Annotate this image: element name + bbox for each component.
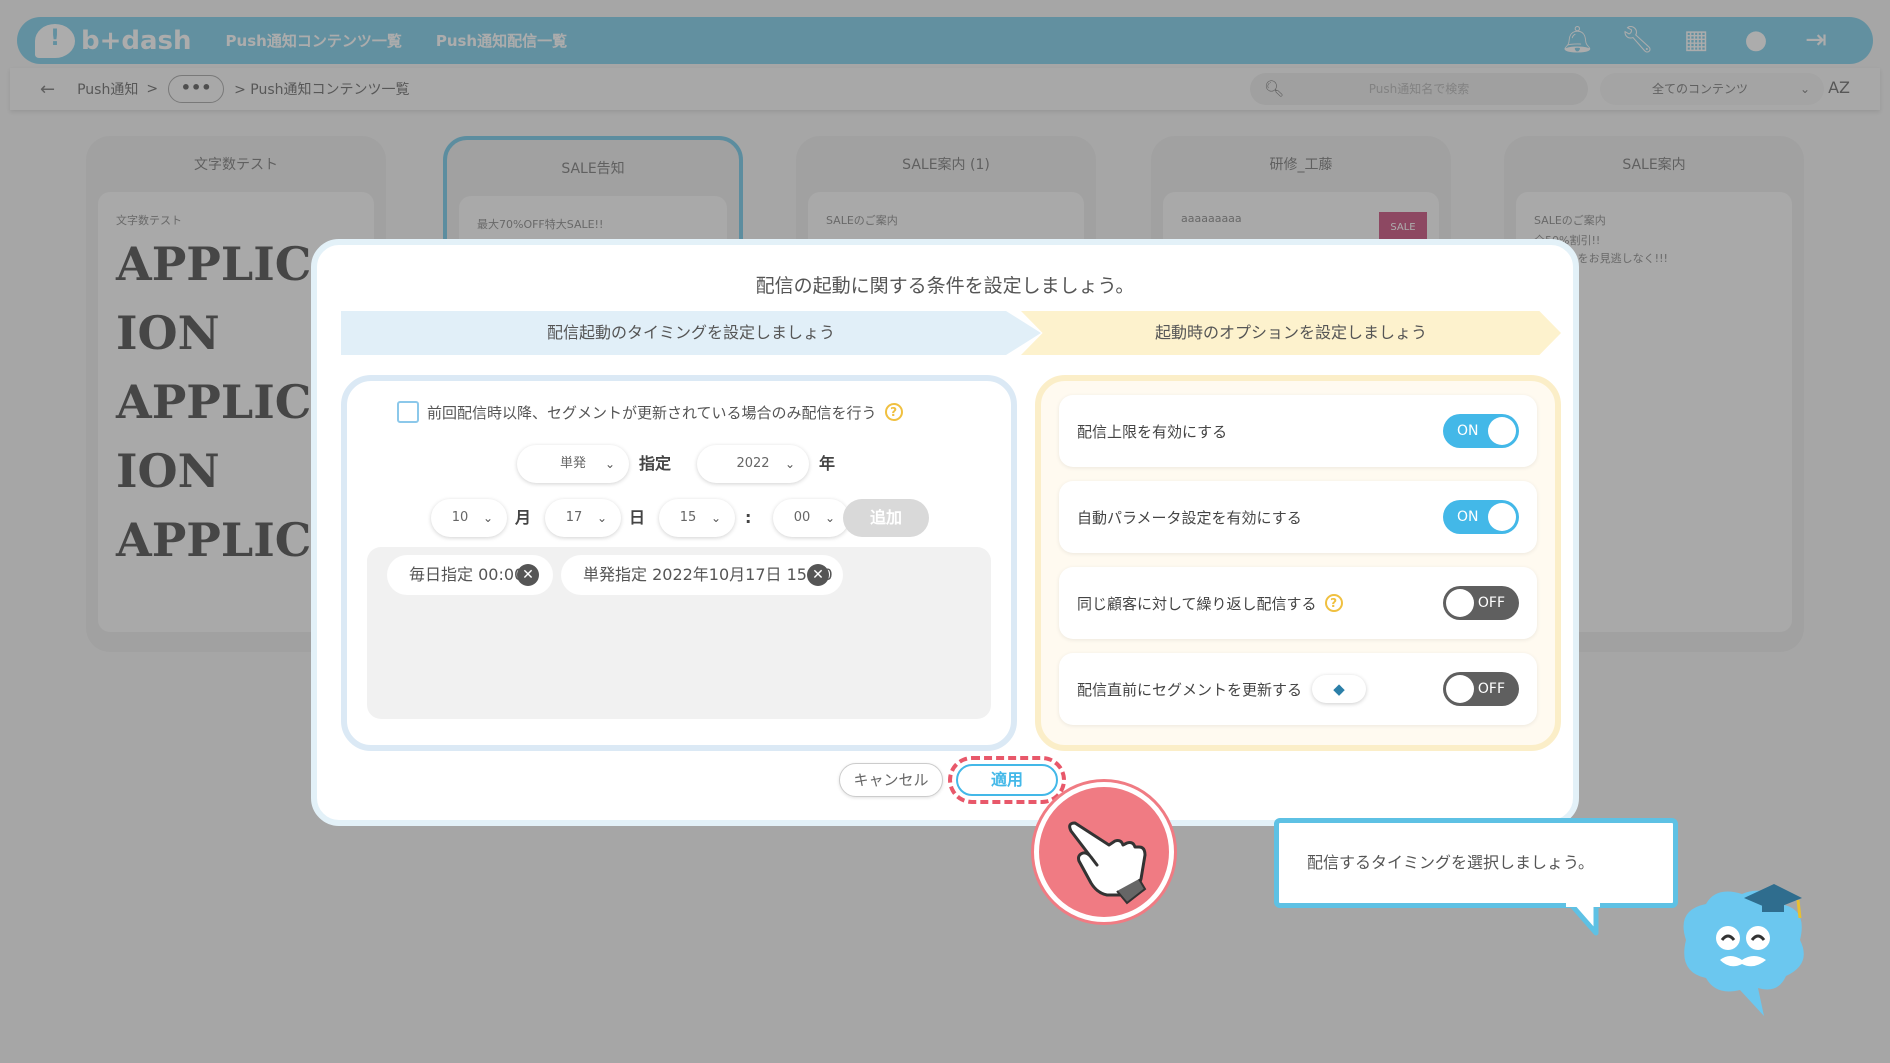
chevron-down-icon: ⌄: [604, 457, 615, 471]
option-label: 自動パラメータ設定を有効にする: [1077, 508, 1302, 527]
toggle-state: OFF: [1477, 595, 1505, 611]
year-suffix: 年: [819, 454, 836, 473]
chevron-down-icon: ⌄: [710, 511, 721, 525]
toggle-knob: [1446, 675, 1474, 703]
add-timing-button[interactable]: 追加: [843, 499, 929, 537]
apply-button[interactable]: 適用: [956, 764, 1058, 796]
time-colon: :: [745, 508, 752, 527]
close-icon[interactable]: ✕: [807, 564, 829, 586]
day-select[interactable]: 17 ⌄: [545, 499, 621, 537]
options-panel: 配信上限を有効にする ON 自動パラメータ設定を有効にする ON 同じ顧客に対し…: [1035, 375, 1561, 751]
option-auto-parameter: 自動パラメータ設定を有効にする ON: [1059, 481, 1537, 553]
cancel-button[interactable]: キャンセル: [839, 763, 943, 797]
timing-panel: 前回配信時以降、セグメントが更新されている場合のみ配信を行う ? 単発 ⌄ 指定 …: [341, 375, 1017, 751]
help-icon[interactable]: ?: [1324, 594, 1343, 612]
type-select-value: 単発: [559, 456, 586, 471]
option-refresh-segment: 配信直前にセグメントを更新する ◆ OFF: [1059, 653, 1537, 725]
option-label: 配信上限を有効にする: [1077, 422, 1228, 441]
segment-updated-only-row: 前回配信時以降、セグメントが更新されている場合のみ配信を行う ?: [397, 401, 903, 423]
delivery-limit-toggle[interactable]: ON: [1443, 414, 1519, 448]
step-options[interactable]: 起動時のオプションを設定しましょう: [1021, 311, 1561, 355]
minute-select-value: 00: [793, 510, 811, 525]
option-label: 同じ顧客に対して繰り返し配信する: [1077, 594, 1317, 613]
year-select[interactable]: 2022 ⌄: [697, 445, 809, 483]
chevron-down-icon: ⌄: [482, 511, 493, 525]
repeat-delivery-toggle[interactable]: OFF: [1443, 586, 1519, 620]
option-label: 配信直前にセグメントを更新する: [1077, 680, 1303, 699]
timing-tag: 毎日指定 00:00 ✕: [387, 555, 553, 595]
month-select-value: 10: [451, 510, 469, 525]
step-timing[interactable]: 配信起動のタイミングを設定しましょう: [341, 311, 1041, 355]
toggle-knob: [1488, 503, 1516, 531]
tooltip-text: 配信するタイミングを選択しましょう。: [1307, 853, 1595, 872]
timing-tag-list: 毎日指定 00:00 ✕ 単発指定 2022年10月17日 15:00 ✕: [367, 547, 991, 719]
day-suffix: 日: [629, 508, 646, 527]
auto-parameter-toggle[interactable]: ON: [1443, 500, 1519, 534]
tooltip-tail: [1566, 901, 1600, 936]
shield-icon[interactable]: ◆: [1312, 675, 1366, 703]
refresh-segment-toggle[interactable]: OFF: [1443, 672, 1519, 706]
toggle-knob: [1446, 589, 1474, 617]
timing-tag-label: 単発指定 2022年10月17日 15:00: [583, 565, 833, 584]
help-icon[interactable]: ?: [884, 403, 903, 421]
type-suffix: 指定: [639, 454, 672, 473]
segment-updated-only-checkbox[interactable]: [397, 401, 419, 423]
option-repeat-delivery: 同じ顧客に対して繰り返し配信する ? OFF: [1059, 567, 1537, 639]
toggle-knob: [1488, 417, 1516, 445]
mascot-icon: [1683, 884, 1804, 1016]
modal-title: 配信の起動に関する条件を設定しましょう。: [755, 275, 1135, 297]
timing-tag-label: 毎日指定 00:00: [409, 565, 525, 584]
hour-select[interactable]: 15 ⌄: [659, 499, 735, 537]
month-suffix: 月: [515, 508, 532, 527]
type-select[interactable]: 単発 ⌄: [517, 445, 629, 483]
chevron-down-icon: ⌄: [784, 457, 795, 471]
toggle-state: OFF: [1477, 681, 1505, 697]
toggle-state: ON: [1457, 423, 1479, 439]
close-icon[interactable]: ✕: [517, 564, 539, 586]
delivery-trigger-modal: 配信の起動に関する条件を設定しましょう。 配信起動のタイミングを設定しましょう …: [311, 239, 1579, 826]
apply-highlight: 適用: [948, 756, 1066, 804]
minute-select[interactable]: 00 ⌄: [773, 499, 849, 537]
option-delivery-limit: 配信上限を有効にする ON: [1059, 395, 1537, 467]
year-select-value: 2022: [736, 456, 770, 471]
pointer-hand-icon: [1034, 782, 1174, 922]
timing-tag: 単発指定 2022年10月17日 15:00 ✕: [561, 555, 843, 595]
month-select[interactable]: 10 ⌄: [431, 499, 507, 537]
toggle-state: ON: [1457, 509, 1479, 525]
chevron-down-icon: ⌄: [596, 511, 607, 525]
day-select-value: 17: [565, 510, 583, 525]
hour-select-value: 15: [679, 510, 697, 525]
segment-updated-only-label: 前回配信時以降、セグメントが更新されている場合のみ配信を行う: [427, 403, 877, 422]
chevron-down-icon: ⌄: [824, 511, 835, 525]
tutorial-tooltip: 配信するタイミングを選択しましょう。: [1274, 818, 1678, 908]
